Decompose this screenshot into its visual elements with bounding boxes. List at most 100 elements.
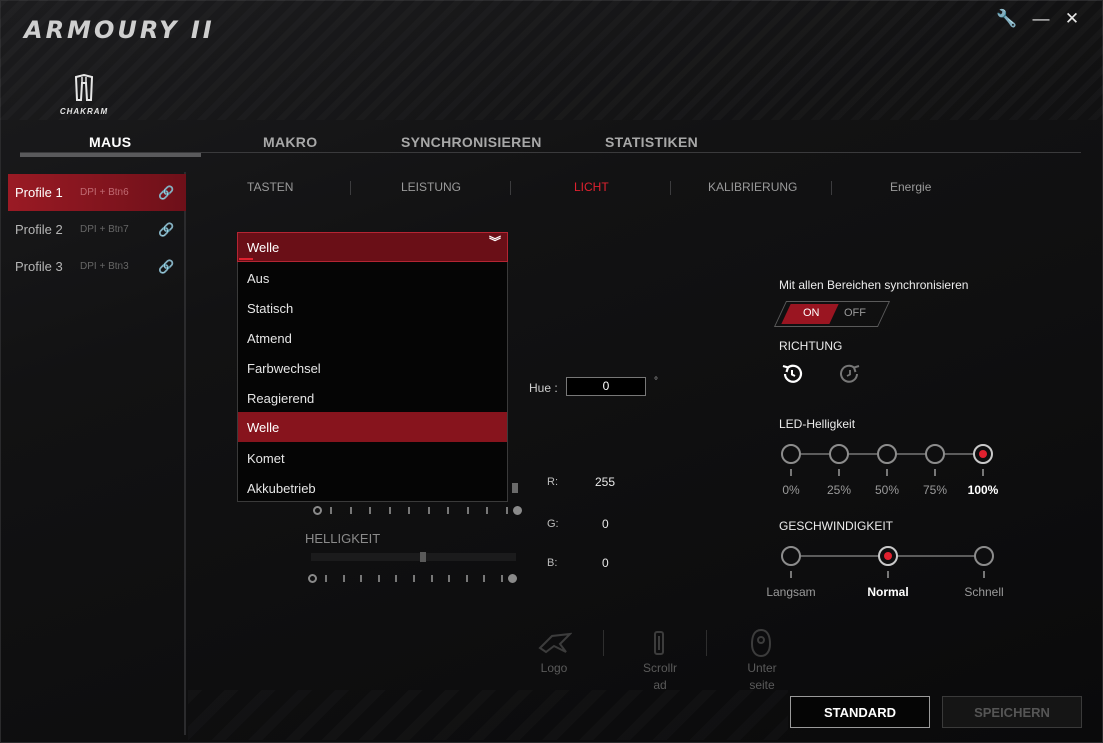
effect-option-reagierend[interactable]: Reagierend bbox=[238, 383, 507, 413]
slider-tick bbox=[389, 507, 391, 514]
settings-wrench-icon[interactable]: 🔧 bbox=[996, 8, 1018, 30]
speed-tick bbox=[887, 571, 889, 578]
brightness-slider-thumb[interactable] bbox=[420, 552, 426, 562]
sync-toggle[interactable]: ON OFF bbox=[773, 301, 891, 327]
rog-logo-icon[interactable] bbox=[538, 632, 572, 656]
effect-option-statisch[interactable]: Statisch bbox=[238, 293, 507, 323]
minimize-icon[interactable]: — bbox=[1030, 8, 1052, 30]
tab-maus[interactable]: MAUS bbox=[89, 134, 131, 150]
speed-tick bbox=[790, 571, 792, 578]
subtab-energie[interactable]: Energie bbox=[890, 180, 931, 194]
zone-unterseite[interactable]: Unter seite bbox=[732, 660, 792, 694]
app-title: ARMOURY II bbox=[24, 16, 215, 44]
g-value[interactable]: 0 bbox=[602, 517, 609, 531]
zone-separator bbox=[706, 630, 707, 656]
profile-name: Profile 3 bbox=[15, 259, 63, 274]
tab-synchronisieren[interactable]: SYNCHRONISIEREN bbox=[401, 134, 542, 150]
hue-input[interactable]: 0 bbox=[566, 377, 646, 396]
standard-button[interactable]: STANDARD bbox=[790, 696, 930, 728]
led-brightness-step-1[interactable] bbox=[829, 444, 849, 464]
effect-option-komet[interactable]: Komet bbox=[238, 443, 507, 473]
slider-tick bbox=[343, 575, 345, 582]
effect-option-aus[interactable]: Aus bbox=[238, 263, 507, 293]
zone-scrollrad[interactable]: Scrollr ad bbox=[630, 660, 690, 694]
tab-makro[interactable]: MAKRO bbox=[263, 134, 317, 150]
slider-tick bbox=[350, 507, 352, 514]
slider-tick bbox=[447, 507, 449, 514]
tab-statistiken[interactable]: STATISTIKEN bbox=[605, 134, 698, 150]
zone-logo[interactable]: Logo bbox=[524, 660, 584, 677]
effect-dropdown[interactable]: Welle ︾ bbox=[237, 232, 508, 262]
link-icon[interactable]: 🔗 bbox=[158, 185, 174, 201]
led-brightness-step-0[interactable] bbox=[781, 444, 801, 464]
toggle-on-label[interactable]: ON bbox=[803, 307, 820, 319]
effect-option-welle[interactable]: Welle bbox=[238, 412, 507, 442]
led-brightness-step-4[interactable] bbox=[973, 444, 993, 464]
clockwise-icon[interactable] bbox=[838, 362, 862, 386]
profile-3[interactable]: Profile 3 DPI + Btn3 🔗 bbox=[8, 248, 186, 285]
scroll-wheel-icon[interactable] bbox=[651, 630, 667, 658]
slider-tick bbox=[369, 507, 371, 514]
slider-tick bbox=[378, 575, 380, 582]
sync-label: Mit allen Bereichen synchronisieren bbox=[779, 278, 969, 292]
subtab-separator bbox=[350, 181, 351, 195]
zone-scrollrad-label-1: Scrollr bbox=[642, 661, 677, 675]
chevron-double-down-icon: ︾ bbox=[488, 235, 501, 249]
slider-tick bbox=[486, 507, 488, 514]
speed-step-1[interactable] bbox=[878, 546, 898, 566]
link-icon[interactable]: 🔗 bbox=[158, 259, 174, 275]
brightness-slider-ticks bbox=[325, 573, 505, 585]
slider-tick bbox=[466, 575, 468, 582]
link-icon[interactable]: 🔗 bbox=[158, 222, 174, 238]
speed-step-2[interactable] bbox=[974, 546, 994, 566]
brightness-slider-track[interactable] bbox=[311, 553, 516, 561]
led-brightness-step-3[interactable] bbox=[925, 444, 945, 464]
mouse-bottom-icon[interactable] bbox=[749, 628, 773, 658]
r-value[interactable]: 255 bbox=[595, 475, 615, 489]
zone-separator bbox=[603, 630, 604, 656]
profile-1[interactable]: Profile 1 DPI + Btn6 🔗 bbox=[8, 174, 186, 211]
save-button[interactable]: SPEICHERN bbox=[942, 696, 1082, 728]
effect-option-atmend[interactable]: Atmend bbox=[238, 323, 507, 353]
speed-tick bbox=[983, 571, 985, 578]
slider-tick bbox=[483, 575, 485, 582]
effect-selected: Welle bbox=[247, 239, 280, 255]
direction-label: RICHTUNG bbox=[779, 339, 843, 353]
profile-name: Profile 2 bbox=[15, 222, 63, 237]
effect-option-farbwechsel[interactable]: Farbwechsel bbox=[238, 353, 507, 383]
toggle-off-label[interactable]: OFF bbox=[844, 307, 866, 319]
brightness-label: HELLIGKEIT bbox=[305, 531, 381, 546]
profile-shortcut: DPI + Btn3 bbox=[80, 261, 129, 272]
dropdown-accent-line bbox=[239, 258, 253, 260]
brightness-slider-end bbox=[508, 574, 517, 583]
effect-dropdown-list: Aus Statisch Atmend Farbwechsel Reagiere… bbox=[237, 262, 508, 502]
slider-tick bbox=[428, 507, 430, 514]
speed-step-0[interactable] bbox=[781, 546, 801, 566]
b-value[interactable]: 0 bbox=[602, 556, 609, 570]
chakram-mouse-icon bbox=[74, 73, 94, 101]
counterclockwise-icon[interactable] bbox=[780, 362, 804, 386]
color-slider-start bbox=[313, 506, 322, 515]
color-slider-thumb[interactable] bbox=[512, 483, 518, 493]
profile-2[interactable]: Profile 2 DPI + Btn7 🔗 bbox=[8, 211, 186, 248]
led-brightness-tick bbox=[982, 469, 984, 476]
close-icon[interactable]: ✕ bbox=[1061, 8, 1083, 30]
g-label: G: bbox=[547, 518, 559, 530]
r-label: R: bbox=[547, 476, 558, 488]
color-slider-end bbox=[513, 506, 522, 515]
subtab-separator bbox=[831, 181, 832, 195]
subtab-leistung[interactable]: LEISTUNG bbox=[401, 180, 461, 194]
subtab-licht[interactable]: LICHT bbox=[574, 180, 609, 194]
hue-label: Hue : bbox=[529, 381, 558, 395]
slider-tick bbox=[467, 507, 469, 514]
led-brightness-step-2[interactable] bbox=[877, 444, 897, 464]
effect-option-akkubetrieb[interactable]: Akkubetrieb bbox=[238, 473, 507, 503]
led-brightness-label: LED-Helligkeit bbox=[779, 417, 856, 431]
main-tab-active-indicator bbox=[20, 153, 201, 157]
profile-shortcut: DPI + Btn7 bbox=[80, 224, 129, 235]
speed-step-label: Langsam bbox=[766, 585, 816, 599]
subtab-kalibrierung[interactable]: KALIBRIERUNG bbox=[708, 180, 797, 194]
subtab-tasten[interactable]: TASTEN bbox=[247, 180, 293, 194]
slider-tick bbox=[501, 575, 503, 582]
led-brightness-tick bbox=[934, 469, 936, 476]
